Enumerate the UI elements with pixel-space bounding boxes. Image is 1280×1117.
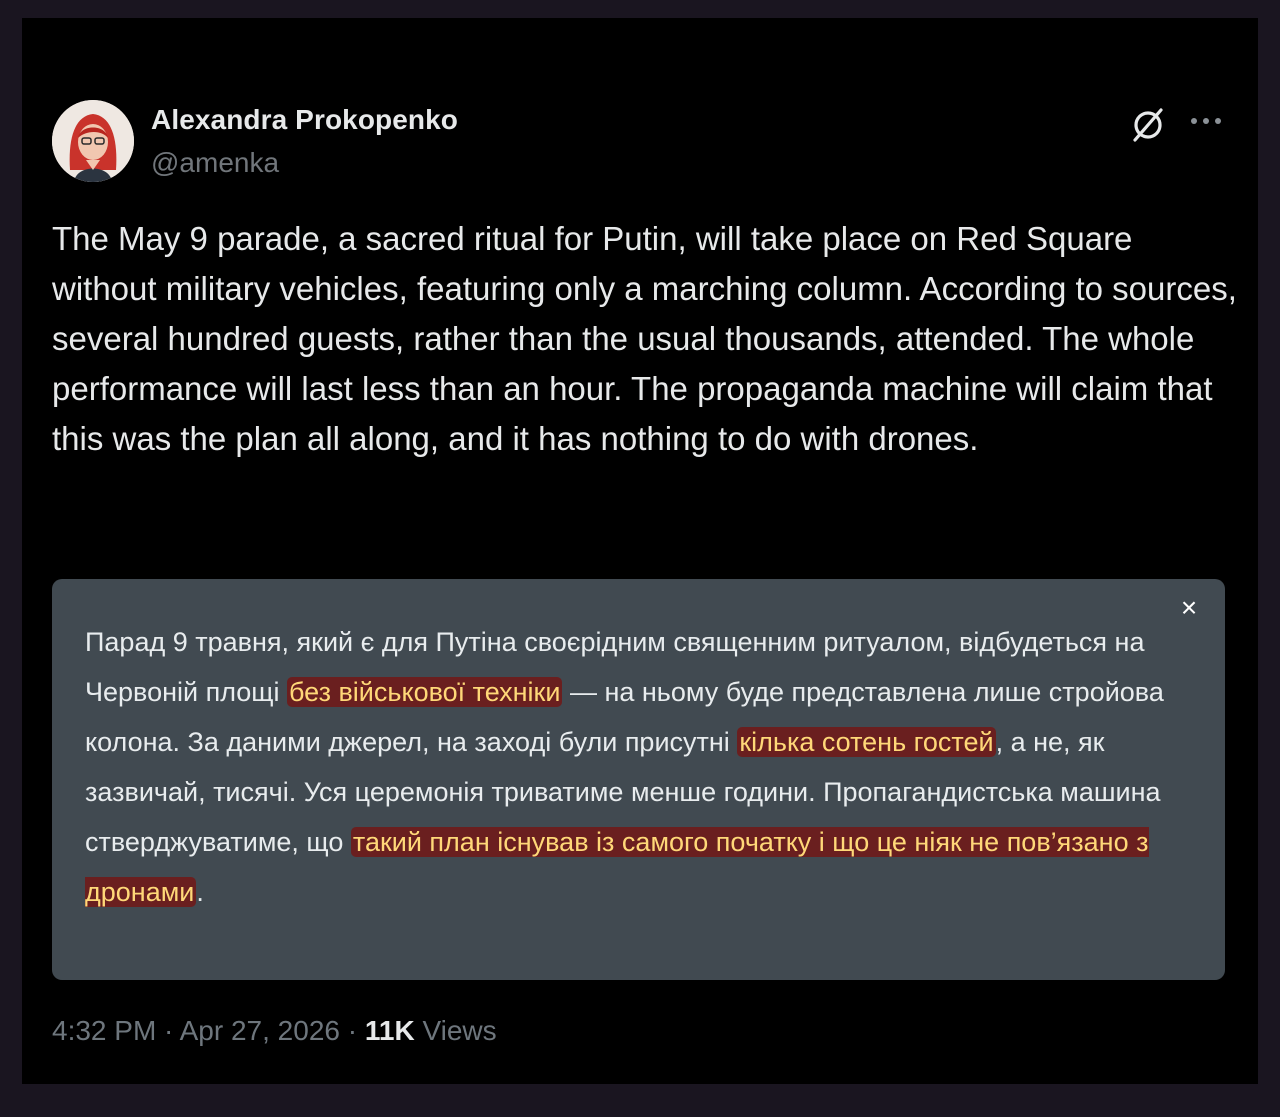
- author-name[interactable]: Alexandra Prokopenko: [151, 104, 458, 136]
- avatar[interactable]: [52, 100, 134, 182]
- translation-highlight: без військової техніки: [287, 677, 563, 707]
- meta-separator: ·: [339, 1015, 365, 1046]
- tweet-text: The May 9 parade, a sacred ritual for Pu…: [52, 220, 1237, 457]
- views-count: 11K: [364, 1015, 415, 1046]
- translation-segment: .: [196, 877, 204, 907]
- translation-highlight: кілька сотень гостей: [737, 727, 996, 757]
- translation-panel: × Парад 9 травня, який є для Путіна своє…: [52, 579, 1225, 980]
- author-handle[interactable]: @amenka: [151, 147, 279, 179]
- grok-icon[interactable]: [1128, 104, 1168, 144]
- translation-text: Парад 9 травня, який є для Путіна своєрі…: [85, 617, 1195, 917]
- meta-separator: ·: [156, 1015, 180, 1046]
- views-label: Views: [414, 1015, 497, 1046]
- tweet-meta: 4:32 PM · Apr 27, 2026 · 11K Views: [52, 1015, 497, 1047]
- post-date[interactable]: Apr 27, 2026: [180, 1015, 340, 1046]
- post-time[interactable]: 4:32 PM: [52, 1015, 156, 1046]
- more-icon[interactable]: [1188, 106, 1224, 136]
- avatar-image: [52, 100, 134, 182]
